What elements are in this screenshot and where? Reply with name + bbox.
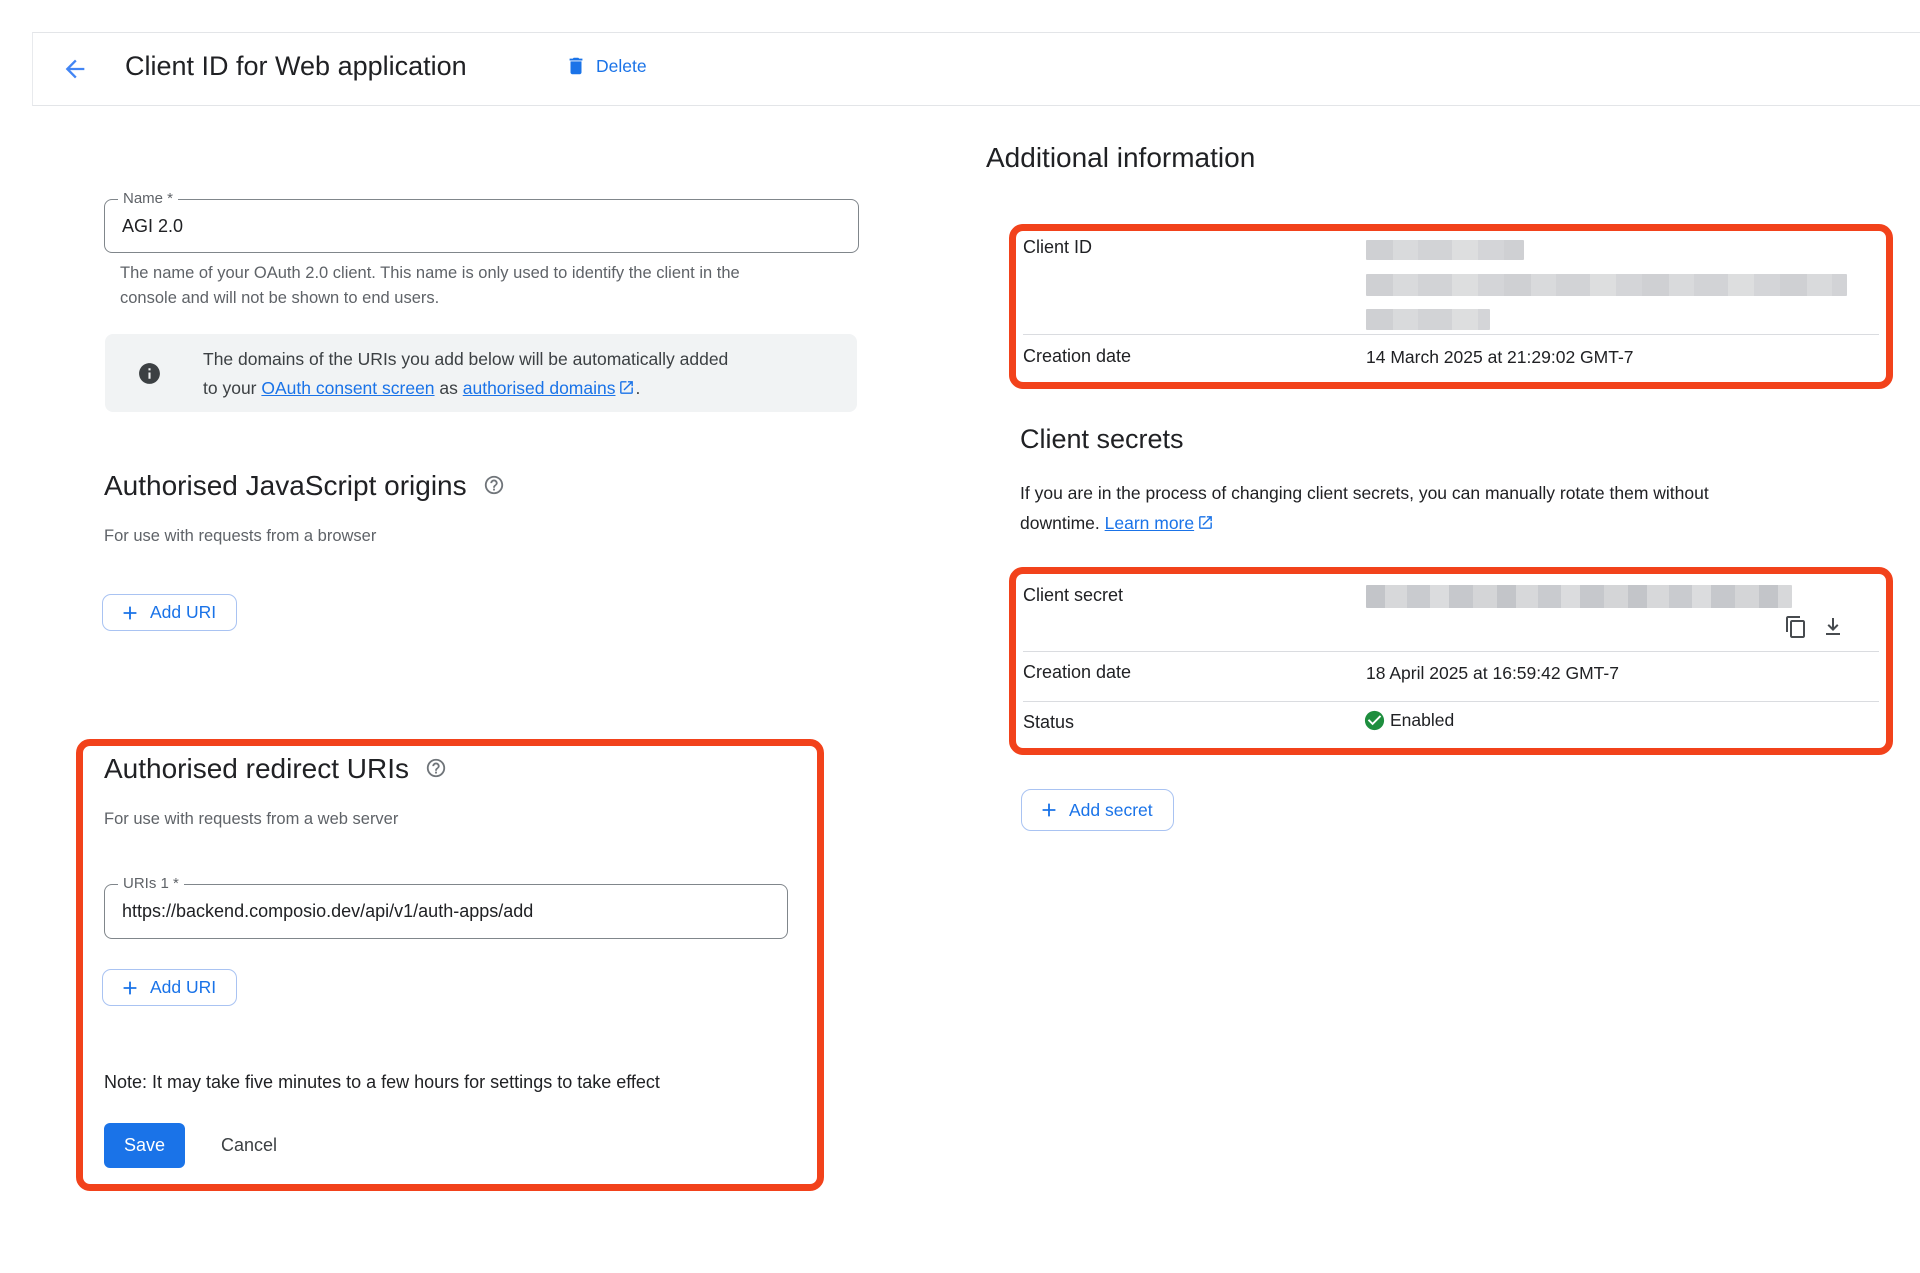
client-secret-label: Client secret [1023, 585, 1123, 606]
uri-field: URIs 1 * [104, 884, 788, 939]
external-link-icon [618, 379, 635, 396]
copy-secret-button[interactable] [1783, 615, 1809, 641]
name-input[interactable] [105, 200, 858, 252]
page-header: Client ID for Web application Delete [32, 32, 1920, 106]
external-link-icon [1197, 514, 1214, 531]
js-origins-subtitle: For use with requests from a browser [104, 527, 376, 546]
divider [1023, 334, 1879, 335]
trash-icon [565, 55, 587, 77]
help-icon[interactable] [483, 471, 505, 493]
js-origins-heading: Authorised JavaScript origins [104, 470, 505, 502]
divider [1023, 651, 1879, 652]
divider [1023, 701, 1879, 702]
plus-icon [119, 602, 141, 624]
back-button[interactable] [61, 55, 89, 83]
annotation-box-redirect-uris [76, 739, 824, 1191]
name-field: Name * [104, 199, 859, 253]
info-banner-text: The domains of the URIs you add below wi… [203, 345, 728, 403]
authorised-domains-link[interactable]: authorised domains [463, 378, 616, 398]
copy-icon [1784, 615, 1808, 639]
plus-icon [1038, 799, 1060, 821]
page-title: Client ID for Web application [125, 51, 467, 82]
save-button[interactable]: Save [104, 1123, 185, 1168]
redacted-client-id-line3 [1366, 309, 1490, 330]
add-uri-button-redirect[interactable]: Add URI [102, 969, 237, 1006]
check-circle-icon [1363, 709, 1386, 732]
learn-more-link[interactable]: Learn more [1105, 513, 1195, 533]
client-secrets-description: If you are in the process of changing cl… [1020, 478, 1709, 538]
info-icon [137, 361, 162, 386]
plus-icon [119, 977, 141, 999]
download-secret-button[interactable] [1820, 615, 1846, 641]
oauth-consent-screen-link[interactable]: OAuth consent screen [261, 378, 434, 398]
settings-note: Note: It may take five minutes to a few … [104, 1072, 660, 1093]
creation-date-value: 14 March 2025 at 21:29:02 GMT-7 [1366, 347, 1634, 368]
redirect-uris-subtitle: For use with requests from a web server [104, 810, 398, 829]
status-badge: Enabled [1363, 709, 1454, 732]
delete-label: Delete [596, 56, 647, 77]
add-secret-button[interactable]: Add secret [1021, 789, 1174, 831]
status-label: Status [1023, 712, 1074, 733]
uri-input[interactable] [105, 885, 787, 938]
status-value: Enabled [1390, 710, 1454, 731]
client-id-label: Client ID [1023, 237, 1092, 258]
name-helper-text: The name of your OAuth 2.0 client. This … [120, 261, 740, 311]
redacted-client-secret-value [1366, 585, 1792, 608]
add-uri-button-js-origins[interactable]: Add URI [102, 594, 237, 631]
redacted-client-id-line2 [1366, 274, 1847, 296]
additional-information-heading: Additional information [986, 142, 1255, 174]
creation-date-label: Creation date [1023, 346, 1131, 367]
delete-button[interactable]: Delete [559, 51, 653, 81]
info-banner: The domains of the URIs you add below wi… [105, 334, 857, 412]
secret-creation-date-value: 18 April 2025 at 16:59:42 GMT-7 [1366, 663, 1619, 684]
secret-creation-date-label: Creation date [1023, 662, 1131, 683]
redacted-client-id-line1 [1366, 240, 1524, 260]
back-arrow-icon [61, 55, 89, 83]
cancel-button[interactable]: Cancel [213, 1123, 285, 1168]
oauth-client-page: Client ID for Web application Delete Nam… [0, 0, 1920, 1273]
redirect-uris-heading: Authorised redirect URIs [104, 753, 447, 785]
client-secrets-heading: Client secrets [1020, 424, 1184, 455]
download-icon [1821, 615, 1845, 639]
help-icon[interactable] [425, 754, 447, 776]
